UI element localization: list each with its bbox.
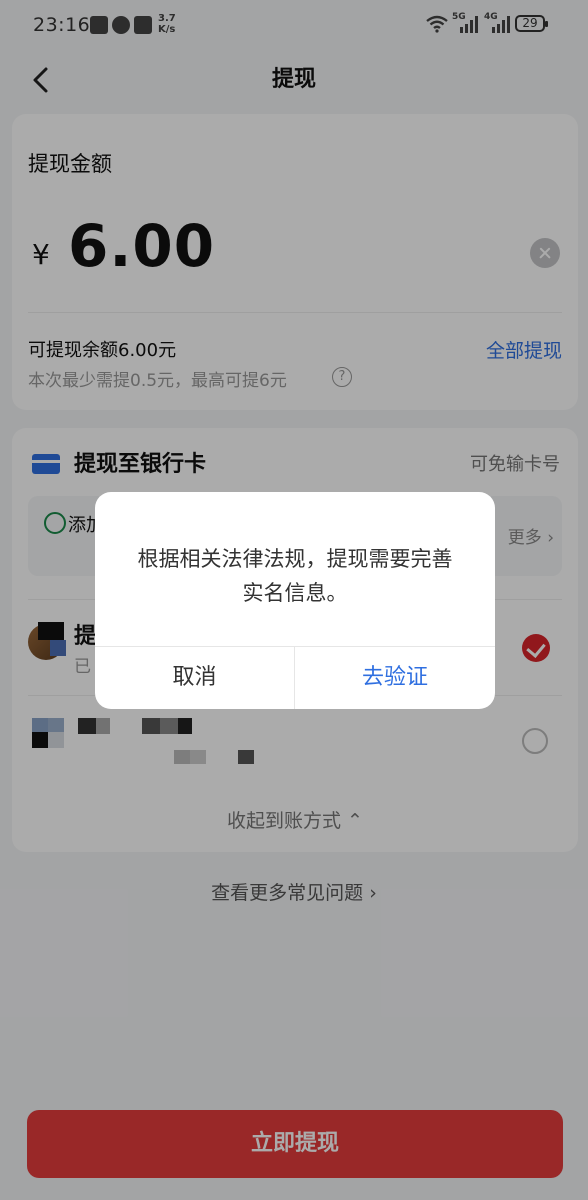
cancel-button[interactable]: 取消 <box>95 646 294 709</box>
verify-dialog: 根据相关法律法规，提现需要完善实名信息。 取消 去验证 <box>95 492 495 709</box>
dialog-message: 根据相关法律法规，提现需要完善实名信息。 <box>137 547 453 605</box>
verify-button[interactable]: 去验证 <box>295 646 495 709</box>
